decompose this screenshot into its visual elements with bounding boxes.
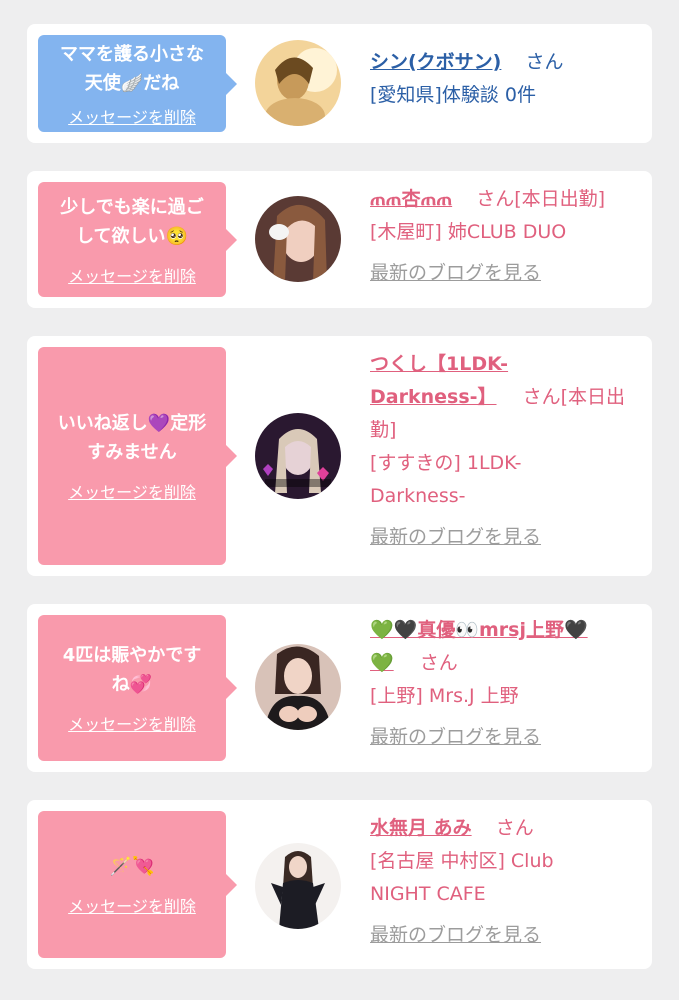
user-name-link[interactable]: 💚🖤真優👀mrsj上野🖤 (370, 614, 645, 647)
latest-blog-link[interactable]: 最新のブログを見る (370, 521, 645, 554)
honorific-continued: 勤] (370, 419, 397, 441)
latest-blog-link[interactable]: 最新のブログを見る (370, 721, 645, 754)
avatar[interactable] (255, 843, 341, 929)
avatar[interactable] (255, 40, 341, 126)
user-name-link-continued[interactable]: Darkness-】 (370, 386, 497, 408)
latest-blog-link[interactable]: 最新のブログを見る (370, 257, 645, 290)
delete-message-link[interactable]: メッセージを削除 (68, 711, 196, 735)
message-text: 4匹は賑やかです ね💞 (62, 645, 202, 695)
user-info: ጠጠ杏ጠጠ さん[本日出勤] [木屋町] 姉CLUB DUO 最新のブログを見る (370, 183, 645, 290)
message-bubble: 少しでも楽に過ご して欲しい🥺 メッセージを削除 (38, 182, 237, 297)
shop-info-continued: Darkness- (370, 485, 466, 507)
user-name-link[interactable]: シン(クボサン) (370, 51, 501, 73)
user-info: つくし【1LDK- Darkness-】 さん[本日出 勤] [すすきの] 1L… (370, 348, 645, 554)
honorific: さん (495, 817, 534, 839)
message-text: 🪄💘 (109, 856, 155, 877)
message-card: 少しでも楽に過ご して欲しい🥺 メッセージを削除 ጠጠ杏ጠጠ さん[本日出勤] … (27, 171, 652, 308)
user-info: 水無月 あみ さん [名古屋 中村区] Club NIGHT CAFE 最新のブ… (370, 812, 645, 952)
shop-info: [上野] Mrs.J 上野 (370, 685, 519, 707)
honorific: さん[本日出 (522, 386, 626, 408)
avatar[interactable] (255, 413, 341, 499)
honorific: さん (419, 652, 458, 674)
message-bubble: 4匹は賑やかです ね💞 メッセージを削除 (38, 615, 237, 761)
honorific: さん (525, 51, 564, 73)
shop-info: [愛知県]体験談 0件 (370, 84, 536, 106)
delete-message-link[interactable]: メッセージを削除 (68, 479, 196, 503)
latest-blog-link[interactable]: 最新のブログを見る (370, 919, 645, 952)
delete-message-link[interactable]: メッセージを削除 (68, 263, 196, 287)
user-info: 💚🖤真優👀mrsj上野🖤 💚 さん [上野] Mrs.J 上野 最新のブログを見… (370, 614, 645, 754)
shop-info: [名古屋 中村区] Club (370, 850, 554, 872)
shop-info: [すすきの] 1LDK- (370, 452, 522, 474)
user-name-link[interactable]: 水無月 あみ (370, 817, 472, 839)
user-name-link-continued[interactable]: 💚 (370, 652, 394, 674)
delete-message-link[interactable]: メッセージを削除 (68, 104, 196, 128)
honorific: さん[本日出勤] (476, 188, 606, 210)
shop-info-continued: NIGHT CAFE (370, 883, 486, 905)
delete-message-link[interactable]: メッセージを削除 (68, 893, 196, 917)
message-card: いいね返し💜定形 すみません メッセージを削除 つくし【1LDK- Darkne… (27, 336, 652, 576)
message-text: いいね返し💜定形 すみません (57, 413, 207, 463)
user-name-link[interactable]: ጠጠ杏ጠጠ (370, 188, 452, 210)
message-card: ママを護る小さな 天使🪽だね メッセージを削除 シン(クボサン) さん [愛知県… (27, 24, 652, 143)
message-card: 4匹は賑やかです ね💞 メッセージを削除 💚🖤真優👀mrsj上野🖤 💚 さん [… (27, 604, 652, 772)
message-bubble: 🪄💘 メッセージを削除 (38, 811, 237, 958)
shop-info: [木屋町] 姉CLUB DUO (370, 221, 567, 243)
user-name-link[interactable]: つくし【1LDK- (370, 348, 645, 381)
user-info: シン(クボサン) さん [愛知県]体験談 0件 (370, 46, 645, 112)
message-text: ママを護る小さな 天使🪽だね (60, 43, 204, 94)
message-bubble: ママを護る小さな 天使🪽だね メッセージを削除 (38, 35, 237, 132)
avatar[interactable] (255, 644, 341, 730)
message-text: 少しでも楽に過ご して欲しい🥺 (60, 196, 204, 247)
message-bubble: いいね返し💜定形 すみません メッセージを削除 (38, 347, 237, 565)
avatar[interactable] (255, 196, 341, 282)
message-card: 🪄💘 メッセージを削除 水無月 あみ さん [名古屋 中村区] Club NIG… (27, 800, 652, 969)
